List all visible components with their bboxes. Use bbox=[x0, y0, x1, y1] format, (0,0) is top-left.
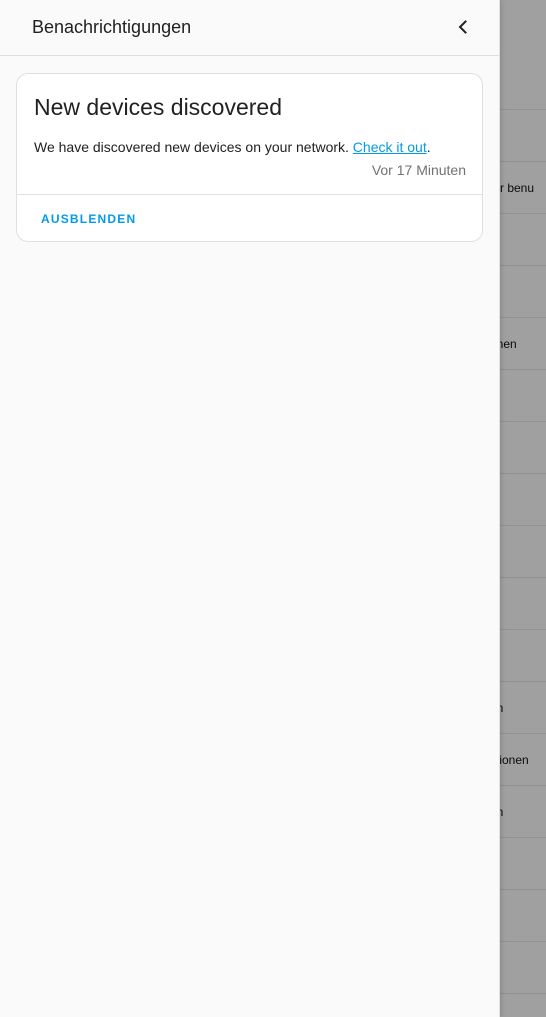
notification-message: We have discovered new devices on your n… bbox=[34, 139, 431, 155]
check-it-out-link[interactable]: Check it out bbox=[353, 139, 427, 155]
close-drawer-button[interactable] bbox=[448, 12, 478, 42]
notification-time: Vor 17 Minuten bbox=[371, 162, 466, 178]
notification-title: New devices discovered bbox=[34, 94, 283, 120]
notification-drawer: Benachrichtigungen New devices discovere… bbox=[0, 0, 500, 1017]
drawer-title: Benachrichtigungen bbox=[32, 17, 192, 37]
drawer-header: Benachrichtigungen bbox=[0, 0, 499, 56]
notification-message-end: . bbox=[426, 139, 431, 155]
notification-actions: AUSBLENDEN bbox=[17, 194, 482, 241]
chevron-left-icon bbox=[458, 20, 467, 34]
dismiss-button[interactable]: AUSBLENDEN bbox=[33, 203, 144, 235]
notification-message-text: We have discovered new devices on your n… bbox=[34, 139, 353, 155]
notification-card: New devices discovered We have discovere… bbox=[16, 73, 483, 242]
